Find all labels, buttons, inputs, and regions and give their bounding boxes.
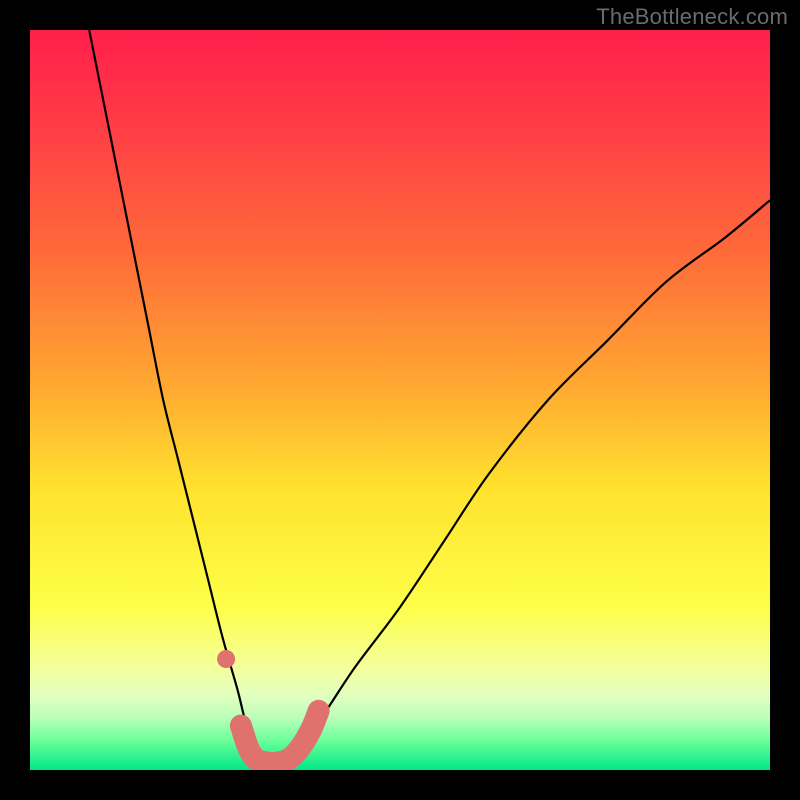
plot-area	[30, 30, 770, 770]
bottleneck-curve	[89, 30, 770, 763]
chart-frame: TheBottleneck.com	[0, 0, 800, 800]
curve-layer	[30, 30, 770, 770]
watermark-text: TheBottleneck.com	[596, 4, 788, 30]
optimal-range-marker	[217, 650, 319, 763]
